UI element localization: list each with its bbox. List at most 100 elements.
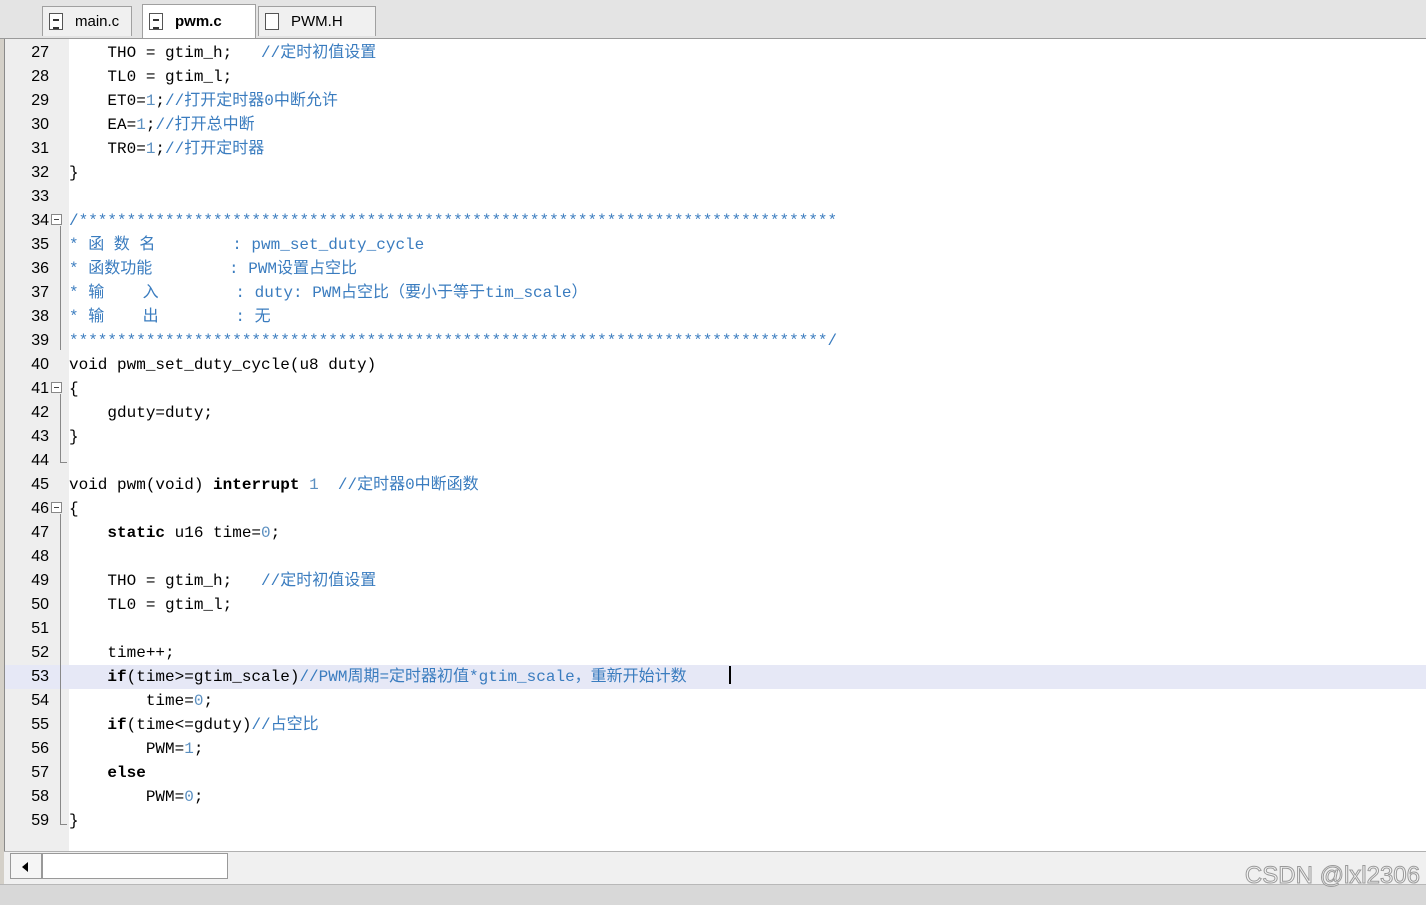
code-line[interactable]: 29 ET0=1;//打开定时器0中断允许 [5,89,1426,113]
code-comment: //打开定时器0中断允许 [165,92,338,110]
code-token: ; [155,92,166,110]
code-line[interactable]: 34 /*************************************… [5,209,1426,233]
fold-guide [60,462,67,463]
code-text: /***************************************… [69,209,837,233]
fold-guide [60,824,67,825]
code-token: TL0 = gtim_l; [69,596,233,614]
code-token: { [69,500,79,518]
code-token: ; [145,116,156,134]
code-token: 0 [261,524,271,542]
code-line[interactable]: 42 gduty=duty; [5,401,1426,425]
fold-guide [60,226,61,350]
code-line[interactable]: 49 THO = gtim_h; //定时初值设置 [5,569,1426,593]
line-number: 46 [31,500,49,517]
line-number: 45 [31,476,49,493]
code-token: EA= [69,116,137,134]
code-line[interactable]: 37 * 输 入 : duty: PWM占空比（要小于等于tim_scale） [5,281,1426,305]
tab-label: pwm.c [175,13,222,30]
code-line[interactable]: 36 * 函数功能 : PWM设置占空比 [5,257,1426,281]
line-number: 32 [31,164,49,181]
line-number: 53 [31,668,49,685]
code-line[interactable]: 38 * 输 出 : 无 [5,305,1426,329]
code-token: 1 [184,740,194,758]
fold-toggle-icon[interactable] [51,214,62,225]
code-line[interactable]: 59} [5,809,1426,833]
line-number: 58 [31,788,49,805]
code-line[interactable]: 47 static u16 time=0; [5,521,1426,545]
code-token: (time>=gtim_scale) [126,668,300,686]
code-comment: //占空比 [251,716,319,734]
code-line[interactable]: 51 [5,617,1426,641]
code-line[interactable]: 31 TR0=1;//打开定时器 [5,137,1426,161]
code-line[interactable]: 48 [5,545,1426,569]
code-line[interactable]: 52 time++; [5,641,1426,665]
horizontal-scrollbar[interactable] [4,851,1426,884]
line-number: 59 [31,812,49,829]
code-line[interactable]: 39 **************************************… [5,329,1426,353]
code-token: time= [69,692,194,710]
code-line[interactable]: 43} [5,425,1426,449]
code-text: if(time<=gduty)//占空比 [69,713,319,737]
code-token: ; [203,692,214,710]
line-number: 30 [31,116,49,133]
code-line[interactable]: 28 TL0 = gtim_l; [5,65,1426,89]
code-text: if(time>=gtim_scale)//PWM周期=定时器初值*gtim_s… [69,665,686,689]
line-number: 39 [31,332,49,349]
code-line[interactable]: 50 TL0 = gtim_l; [5,593,1426,617]
line-number: 31 [31,140,49,157]
code-text: TL0 = gtim_l; [69,593,232,617]
code-line[interactable]: 45 void pwm(void) interrupt 1 //定时器0中断函数 [5,473,1426,497]
code-comment: //定时器0中断函数 [337,476,479,494]
line-number: 47 [31,524,49,541]
code-comment: //定时初值设置 [261,44,377,62]
code-text: * 输 入 : duty: PWM占空比（要小于等于tim_scale） [69,281,587,305]
line-number: 51 [31,620,49,637]
code-text: { [69,377,79,401]
code-line[interactable]: 57 else [5,761,1426,785]
code-line[interactable]: 41 { [5,377,1426,401]
code-token: ; [270,524,281,542]
code-token: } [69,812,79,830]
code-token: (time<=gduty) [126,716,252,734]
code-token: if [107,716,127,734]
fold-toggle-icon[interactable] [51,382,62,393]
tab-main-c[interactable]: main.c [42,6,132,36]
code-token: ; [193,788,204,806]
code-line[interactable]: 27 THO = gtim_h; //定时初值设置 [5,41,1426,65]
code-text: THO = gtim_h; //定时初值设置 [69,569,376,593]
code-line[interactable]: 44 [5,449,1426,473]
code-text: time=0; [69,689,213,713]
code-text: THO = gtim_h; //定时初值设置 [69,41,376,65]
tab-pwm-c[interactable]: pwm.c [142,4,256,38]
scroll-left-icon[interactable] [10,853,42,879]
fold-toggle-icon[interactable] [51,502,62,513]
code-line[interactable]: 56 PWM=1; [5,737,1426,761]
code-text: void pwm(void) interrupt 1 //定时器0中断函数 [69,473,479,497]
scrollbar-thumb[interactable] [42,853,228,879]
code-line[interactable]: 54 time=0; [5,689,1426,713]
code-comment: ****************************************… [69,332,838,350]
code-line[interactable]: 33 [5,185,1426,209]
line-number: 35 [31,236,49,253]
code-line[interactable]: 32} [5,161,1426,185]
code-line[interactable]: 58 PWM=0; [5,785,1426,809]
code-comment: //打开总中断 [155,116,255,134]
code-line[interactable]: 46 { [5,497,1426,521]
c-file-icon [149,13,163,30]
code-text: time++; [69,641,174,665]
code-token: { [69,380,79,398]
code-line[interactable]: 53 if(time>=gtim_scale)//PWM周期=定时器初值*gti… [5,665,1426,689]
code-editor[interactable]: 27 THO = gtim_h; //定时初值设置 28 TL0 = gtim_l… [4,39,1426,853]
code-line[interactable]: 40 void pwm_set_duty_cycle(u8 duty) [5,353,1426,377]
code-line[interactable]: 55 if(time<=gduty)//占空比 [5,713,1426,737]
tab-pwm-h[interactable]: PWM.H [258,6,376,36]
code-token: ET0= [69,92,146,110]
code-token: else [107,764,146,782]
code-text: } [69,809,79,833]
code-line[interactable]: 35 * 函 数 名 : pwm_set_duty_cycle [5,233,1426,257]
code-line[interactable]: 30 EA=1;//打开总中断 [5,113,1426,137]
